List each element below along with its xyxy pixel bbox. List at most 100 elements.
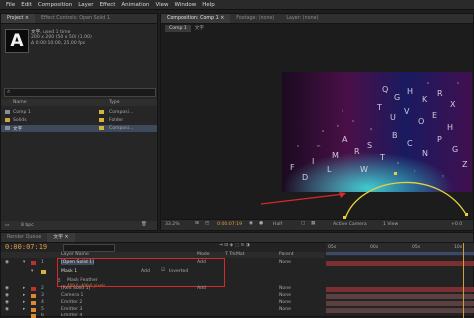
layer-track-bar[interactable] [326,294,474,299]
label-color-swatch[interactable] [31,301,36,305]
layer-parent[interactable]: None [279,300,291,305]
tab-composition[interactable]: Composition: Comp 1 × [161,14,231,23]
eye-icon[interactable]: ◉ [5,260,9,265]
eye-icon[interactable]: ◉ [5,293,9,298]
layer-track-bar[interactable] [326,308,474,313]
mask-vertex[interactable] [394,172,397,175]
menu-edit[interactable]: Edit [21,2,32,8]
mask-color-swatch[interactable] [41,270,46,274]
col-type[interactable]: Type [109,100,120,105]
col-layer-name[interactable]: Layer Name [61,252,89,257]
layer-row[interactable]: 6 Emitter 4 [1,313,325,318]
project-row[interactable]: Comp 1 Composi... [1,109,157,116]
playhead[interactable] [463,243,464,318]
layer-number: 4 [41,300,44,305]
timeline-tool-icons[interactable]: ⇥ ⊡ ◈ ⬚ ⊙ ◑ [219,243,250,248]
label-color-swatch[interactable] [31,287,36,291]
mask-arc[interactable] [344,181,468,220]
layer-name[interactable]: Emitter 3 [61,307,82,312]
menu-composition[interactable]: Composition [38,2,72,8]
project-row-name: Solids [13,118,27,123]
ruler-label: 05s [328,245,337,250]
label-color-swatch[interactable] [31,308,36,312]
layer-name[interactable]: [Red Solid 1] [61,286,90,291]
layer-parent[interactable]: None [279,307,291,312]
menu-view[interactable]: View [155,2,168,8]
work-area-bar[interactable] [326,252,474,255]
layer-row[interactable]: ◉ ▸ 2 [Red Solid 1] Add None [1,286,325,293]
layer-name[interactable]: Emitter 2 [61,300,82,305]
label-color-swatch[interactable] [31,261,36,265]
menu-animation[interactable]: Animation [121,2,149,8]
layer-track-bar[interactable] [326,301,474,306]
expand-icon[interactable]: ▸ [23,307,25,312]
project-tabbar: Project × Effect Controls: Open Solid 1 [1,14,157,24]
menu-file[interactable]: File [6,2,15,8]
layer-parent[interactable]: None [279,293,291,298]
time-ruler[interactable]: 05s 00s 05s 10s [326,243,474,256]
layer-row[interactable]: ◉ ▸ 3 Camera 1 None [1,293,325,300]
search-field[interactable]: ⌕ [4,88,156,97]
project-row[interactable]: Solids Folder [1,117,157,124]
layer-parent[interactable]: None [279,260,291,265]
eye-icon[interactable]: ◉ [5,307,9,312]
tab-effect-controls[interactable]: Effect Controls: Open Solid 1 [35,14,116,23]
label-color-swatch[interactable] [31,294,36,298]
folder-icon[interactable]: ▭ [5,223,9,228]
col-name[interactable]: Name [13,100,27,105]
zoom-select[interactable]: 33.2% [165,222,180,227]
trash-icon[interactable]: 🗑 [141,222,147,227]
layer-mode[interactable]: Add [197,286,206,291]
tab-footage[interactable]: Footage: (none) [230,14,280,23]
expand-icon[interactable]: ▾ [23,260,25,265]
viewer-toolbar: 33.2% ⊞ ◰ 0:00:07:19 ◉ ● Half ▢ ▦ Active… [161,219,473,230]
menu-layer[interactable]: Layer [78,2,93,8]
layer-parent[interactable]: None [279,286,291,291]
tab-render-queue[interactable]: Render Queue [1,233,47,242]
transparency-icon[interactable]: ▦ [311,221,315,226]
col-mode[interactable]: Mode [197,252,210,257]
expand-icon[interactable]: ▸ [23,300,25,305]
svg-text:V: V [404,107,410,116]
expand-icon[interactable]: ▸ [23,286,25,291]
eye-icon[interactable]: ◉ [5,286,9,291]
bpc-button[interactable]: 8 bpc [21,223,34,228]
camera-icon[interactable]: ◉ [249,221,253,226]
camera-select[interactable]: Active Camera [333,222,367,227]
layer-row[interactable]: ◉ ▸ 4 Emitter 2 None [1,300,325,307]
label-color-swatch[interactable] [31,314,36,318]
views-select[interactable]: 1 View [383,222,398,227]
layer-track-bar[interactable] [326,287,474,292]
tab-text-comp[interactable]: 文字 × [47,233,75,242]
tab-project[interactable]: Project × [1,14,35,23]
subtab-text[interactable]: 文字 [191,25,208,32]
layer-number: 5 [41,307,44,312]
layer-name[interactable]: Emitter 4 [61,313,82,318]
grid-icon[interactable]: ⊞ [195,221,199,226]
expand-icon[interactable]: ▾ [31,269,33,274]
col-trkmat[interactable]: T TrkMat [225,252,245,257]
project-row-selected[interactable]: 文字 Composi... [1,125,157,132]
mask-path[interactable] [339,164,474,224]
eye-icon[interactable]: ◉ [5,300,9,305]
tab-layer[interactable]: Layer: (none) [280,14,324,23]
menu-effect[interactable]: Effect [100,2,116,8]
svg-text:G: G [394,93,400,102]
layer-name[interactable]: Camera 1 [61,293,83,298]
timeline-search[interactable] [63,244,115,252]
exposure-value[interactable]: +0.0 [451,222,462,227]
col-parent[interactable]: Parent [279,252,294,257]
expand-icon[interactable]: ▸ [23,293,25,298]
mask-vertex[interactable] [465,213,468,216]
layer-track-bar[interactable] [326,261,474,266]
mask-toggle-icon[interactable]: ◰ [205,221,209,226]
resolution-select[interactable]: Half [273,222,282,227]
menu-help[interactable]: Help [202,2,215,8]
subtab-comp1[interactable]: Comp 1 [165,25,191,32]
current-time[interactable]: 0:00:07:19 [217,222,242,227]
color-icon[interactable]: ● [259,221,263,226]
item-dims: 200 x 200 (50 x 50) (1.00) [31,35,92,40]
region-icon[interactable]: ▢ [301,221,305,226]
timeline-timecode[interactable]: 0:00:07:19 [5,243,47,251]
menu-window[interactable]: Window [175,2,197,8]
